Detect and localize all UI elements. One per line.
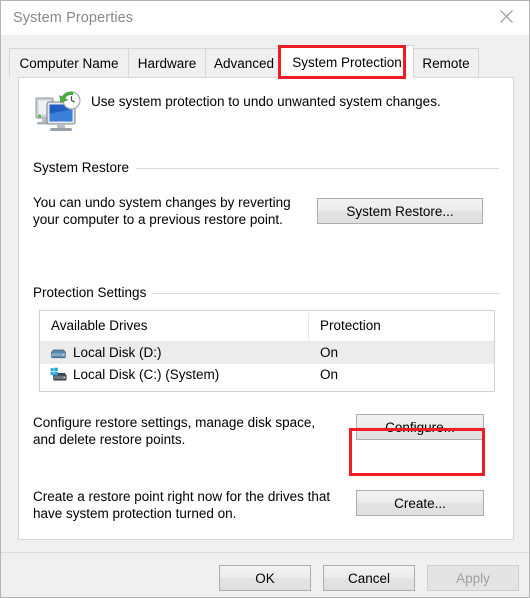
title-bar: System Properties	[1, 1, 529, 35]
button-label: Configure...	[385, 419, 455, 435]
available-drives-list[interactable]: Available Drives Protection Local Disk (…	[39, 310, 495, 392]
configure-description: Configure restore settings, manage disk …	[33, 414, 315, 448]
column-header-drives: Available Drives	[51, 318, 148, 333]
ok-button[interactable]: OK	[219, 565, 311, 591]
window-title: System Properties	[13, 10, 134, 26]
protection-description: Use system protection to undo unwanted s…	[91, 94, 441, 109]
protection-intro: Use system protection to undo unwanted s…	[19, 78, 513, 148]
tab-label: Hardware	[137, 55, 197, 71]
drive-protection-state: On	[320, 345, 339, 360]
tab-hardware[interactable]: Hardware	[128, 48, 206, 77]
line: Create a restore point right now for the…	[33, 489, 331, 504]
line: and delete restore points.	[33, 432, 186, 447]
drive-name: Local Disk (C:) (System)	[73, 367, 220, 382]
table-row[interactable]: Local Disk (D:) On	[40, 342, 494, 364]
create-button[interactable]: Create...	[356, 490, 484, 516]
protection-settings-group-title: Protection Settings	[33, 285, 154, 300]
create-description: Create a restore point right now for the…	[33, 488, 330, 522]
button-label: OK	[255, 570, 275, 586]
button-label: System Restore...	[346, 203, 454, 219]
tab-label: Remote	[422, 55, 470, 71]
tab-label: Advanced	[213, 55, 275, 71]
button-label: Cancel	[347, 570, 391, 586]
system-protection-tab-page: Use system protection to undo unwanted s…	[18, 77, 514, 540]
column-header-protection: Protection	[320, 318, 381, 333]
column-divider	[308, 313, 309, 340]
cancel-button[interactable]: Cancel	[323, 565, 415, 591]
line: your computer to a previous restore poin…	[33, 212, 283, 227]
line: have system protection turned on.	[33, 506, 237, 521]
footer-divider	[1, 552, 529, 553]
drives-list-header: Available Drives Protection	[40, 311, 494, 342]
tab-label: System Protection	[292, 54, 402, 70]
table-row[interactable]: Local Disk (C:) (System) On	[40, 364, 494, 386]
close-icon[interactable]	[483, 1, 529, 32]
tab-advanced[interactable]: Advanced	[205, 48, 283, 77]
button-label: Create...	[394, 495, 446, 511]
system-restore-description: You can undo system changes by reverting…	[33, 194, 291, 228]
tab-computer-name[interactable]: Computer Name	[9, 48, 129, 77]
tab-remote[interactable]: Remote	[413, 48, 479, 77]
button-label: Apply	[456, 570, 490, 586]
tab-system-protection[interactable]: System Protection	[280, 45, 414, 78]
tab-strip: Computer Name Hardware Advanced System P…	[9, 45, 523, 78]
tab-label: Computer Name	[19, 55, 119, 71]
configure-button[interactable]: Configure...	[356, 414, 484, 440]
drive-protection-state: On	[320, 367, 339, 382]
hard-drive-icon	[50, 345, 67, 361]
system-restore-group-title: System Restore	[33, 160, 137, 175]
system-protection-icon	[33, 88, 85, 136]
drive-name: Local Disk (D:)	[73, 345, 162, 360]
line: Configure restore settings, manage disk …	[33, 415, 316, 430]
system-restore-button[interactable]: System Restore...	[317, 198, 483, 224]
apply-button: Apply	[427, 565, 519, 591]
line: You can undo system changes by reverting	[33, 195, 291, 210]
system-hard-drive-icon	[50, 367, 67, 383]
system-properties-dialog: System Properties Computer Name Hardware…	[0, 0, 530, 598]
